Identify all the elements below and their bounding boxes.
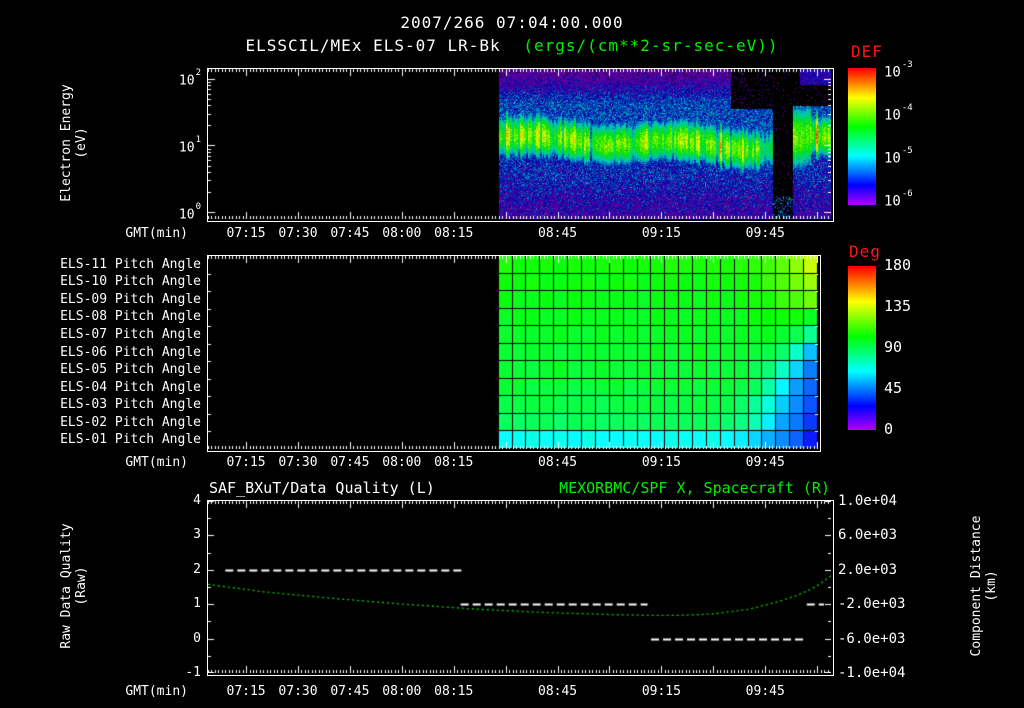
- distance-y-axis-label: Component Distance (km): [969, 471, 999, 701]
- spectrogram-y-axis-label-line2: (eV): [74, 127, 89, 159]
- distance-y-tick-label: 6.0e+03: [838, 527, 898, 543]
- deg-colorbar-tick-label: 0: [884, 420, 894, 438]
- pitch-angle-canvas: [208, 256, 818, 449]
- quality-y-tick-label: 0: [193, 631, 201, 646]
- deg-colorbar-tick-label: 135: [884, 297, 912, 315]
- pitch-row-label: ELS-05 Pitch Angle: [60, 362, 201, 377]
- x-tick-label-spectrogram: 08:45: [537, 226, 578, 241]
- deg-colorbar-tick-label: 180: [884, 256, 912, 274]
- gmt-axis-label-3: GMT(min): [125, 684, 188, 699]
- x-tick-label-spectrogram: 08:00: [382, 226, 422, 241]
- deg-colorbar-title: Deg: [849, 242, 881, 261]
- distance-y-tick-label: -2.0e+03: [838, 596, 906, 612]
- gmt-axis-label-2: GMT(min): [125, 455, 188, 470]
- def-colorbar-tick-label: 10-5: [884, 145, 913, 167]
- plot-title: ELSSCIL/MEx ELS-07 LR-Bk: [245, 36, 501, 55]
- x-tick-label-pitch: 08:15: [434, 455, 474, 470]
- def-colorbar-tick-label: 10-3: [884, 59, 913, 81]
- x-tick-label-spectrogram: 09:45: [745, 226, 785, 241]
- pitch-angle-panel: [207, 255, 821, 452]
- x-tick-label-quality: 08:15: [434, 684, 474, 699]
- x-tick-label-pitch: 08:00: [382, 455, 422, 470]
- x-tick-label-quality: 07:30: [278, 684, 318, 699]
- quality-y-tick-label: 2: [193, 562, 201, 577]
- x-tick-label-quality: 09:15: [641, 684, 681, 699]
- quality-y-axis-label-line2: (Raw): [74, 566, 89, 606]
- energy-y-tick-label: 100: [178, 201, 201, 223]
- distance-series-title: MEXORBMC/SPF X, Spacecraft (R): [559, 479, 830, 497]
- x-tick-label-quality: 09:45: [745, 684, 785, 699]
- date-title: 2007/266 07:04:00.000: [400, 13, 624, 32]
- quality-y-tick-label: 3: [193, 527, 201, 542]
- quality-y-axis-label: Raw Data Quality (Raw): [59, 486, 89, 686]
- deg-colorbar-tick-label: 45: [884, 379, 903, 397]
- x-tick-label-spectrogram: 07:30: [278, 226, 318, 241]
- x-tick-label-pitch: 08:45: [537, 455, 578, 470]
- quality-y-tick-label: -1: [185, 665, 201, 680]
- x-tick-label-quality: 07:15: [226, 684, 266, 699]
- def-colorbar-tick-label: 10-6: [884, 188, 913, 210]
- pitch-row-label: ELS-08 Pitch Angle: [60, 309, 201, 324]
- pitch-row-label: ELS-09 Pitch Angle: [60, 292, 201, 307]
- pitch-row-label: ELS-11 Pitch Angle: [60, 257, 201, 272]
- plot-units: (ergs/(cm**2-sr-sec-eV)): [523, 36, 779, 55]
- spectrogram-y-axis-label: Electron Energy (eV): [59, 58, 89, 228]
- quality-y-tick-label: 4: [193, 493, 201, 508]
- distance-y-axis-label-line1: Component Distance: [969, 515, 984, 657]
- quality-distance-panel: [207, 500, 834, 676]
- pitch-row-label: ELS-10 Pitch Angle: [60, 274, 201, 289]
- spectrogram-panel: [207, 68, 834, 222]
- x-tick-label-quality: 07:45: [330, 684, 370, 699]
- quality-distance-canvas: [208, 501, 831, 673]
- els-quicklook-plot: 2007/266 07:04:00.000 ELSSCIL/MEx ELS-07…: [0, 0, 1024, 708]
- distance-y-tick-label: 2.0e+03: [838, 562, 898, 578]
- x-tick-label-quality: 08:00: [382, 684, 422, 699]
- spectrogram-canvas: [208, 69, 831, 219]
- distance-y-tick-label: -1.0e+04: [838, 665, 906, 681]
- pitch-row-label: ELS-03 Pitch Angle: [60, 397, 201, 412]
- energy-y-tick-label: 102: [178, 67, 201, 89]
- distance-y-axis-label-line2: (km): [984, 570, 999, 602]
- x-tick-label-pitch: 09:15: [641, 455, 681, 470]
- x-tick-label-pitch: 07:30: [278, 455, 318, 470]
- quality-y-axis-label-line1: Raw Data Quality: [59, 523, 74, 649]
- x-tick-label-pitch: 07:15: [226, 455, 266, 470]
- x-tick-label-spectrogram: 09:15: [641, 226, 681, 241]
- deg-colorbar-tick-label: 90: [884, 338, 903, 356]
- pitch-row-label: ELS-07 Pitch Angle: [60, 327, 201, 342]
- gmt-axis-label-1: GMT(min): [125, 226, 188, 241]
- x-tick-label-spectrogram: 07:45: [330, 226, 370, 241]
- pitch-row-label: ELS-02 Pitch Angle: [60, 415, 201, 430]
- quality-y-tick-label: 1: [193, 596, 201, 611]
- x-tick-label-spectrogram: 08:15: [434, 226, 474, 241]
- x-tick-label-spectrogram: 07:15: [226, 226, 266, 241]
- distance-y-tick-label: 1.0e+04: [838, 493, 898, 509]
- pitch-row-label: ELS-06 Pitch Angle: [60, 345, 201, 360]
- def-colorbar: [848, 68, 876, 205]
- energy-y-tick-label: 101: [178, 134, 201, 156]
- distance-y-tick-label: -6.0e+03: [838, 631, 906, 647]
- pitch-row-label: ELS-01 Pitch Angle: [60, 432, 201, 447]
- x-tick-label-pitch: 07:45: [330, 455, 370, 470]
- quality-series-title: SAF_BXuT/Data Quality (L): [209, 479, 435, 497]
- pitch-row-label: ELS-04 Pitch Angle: [60, 380, 201, 395]
- def-colorbar-title: DEF: [851, 42, 883, 61]
- x-tick-label-quality: 08:45: [537, 684, 578, 699]
- def-colorbar-tick-label: 10-4: [884, 102, 913, 124]
- spectrogram-y-axis-label-line1: Electron Energy: [59, 84, 74, 202]
- x-tick-label-pitch: 09:45: [745, 455, 785, 470]
- deg-colorbar: [848, 266, 876, 430]
